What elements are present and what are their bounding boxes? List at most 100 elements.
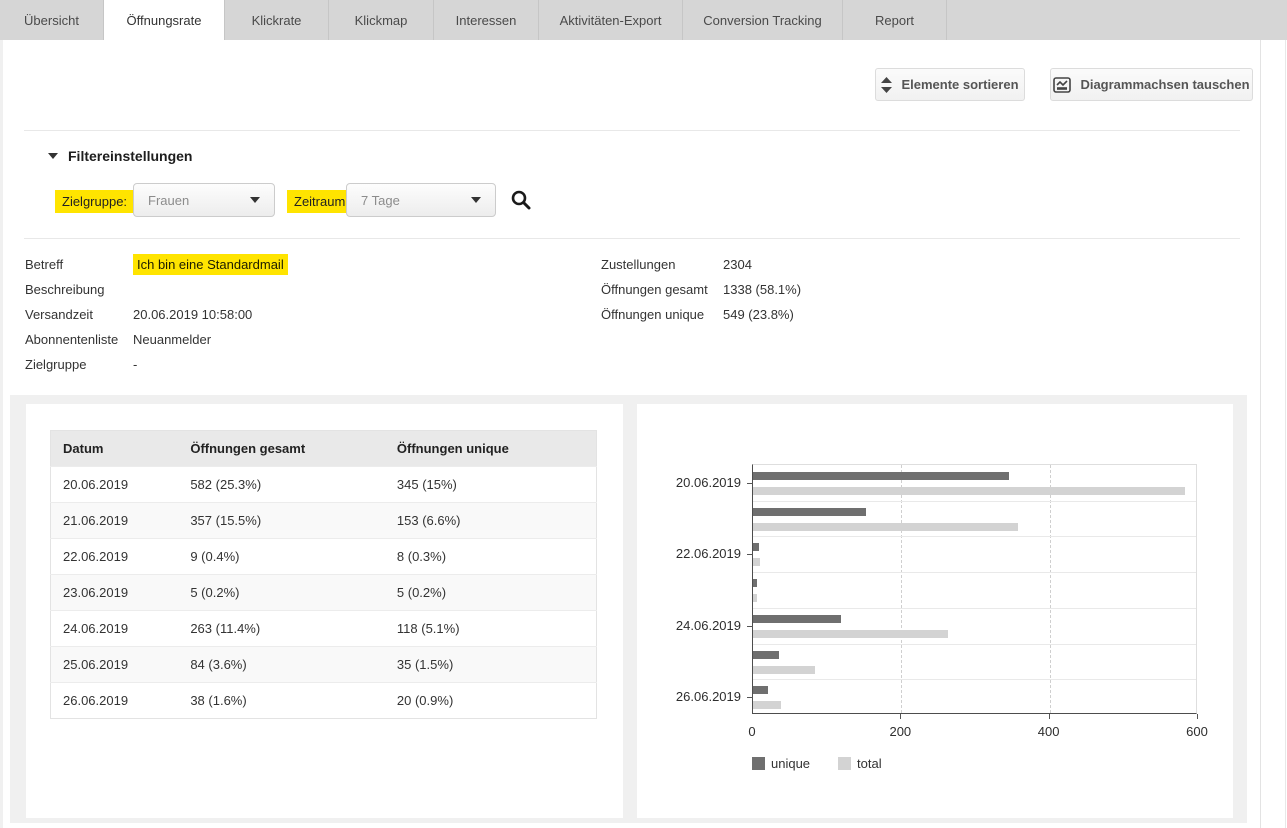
detail-label: Zustellungen <box>601 252 723 277</box>
table-cell: 38 (1.6%) <box>178 683 385 719</box>
x-axis-label: 200 <box>870 724 930 739</box>
table-cell: 263 (11.4%) <box>178 611 385 647</box>
y-axis-tick <box>747 483 753 484</box>
bar-unique <box>753 508 866 516</box>
chart-plot <box>752 464 1197 714</box>
chart-legend: unique total <box>752 756 882 771</box>
table-row: 23.06.20195 (0.2%)5 (0.2%) <box>51 575 597 611</box>
table-cell: 21.06.2019 <box>51 503 179 539</box>
app-window: ÜbersichtÖffnungsrateKlickrateKlickmapIn… <box>0 0 1287 828</box>
search-button[interactable] <box>507 186 535 214</box>
bar-total <box>753 523 1018 531</box>
swap-chart-axes-button[interactable]: Diagrammachsen tauschen <box>1050 68 1253 101</box>
table-header-unique: Öffnungen unique <box>385 431 597 467</box>
y-axis-tick <box>747 697 753 698</box>
table-cell: 26.06.2019 <box>51 683 179 719</box>
table-cell: 84 (3.6%) <box>178 647 385 683</box>
gridline <box>901 465 902 713</box>
detail-row: Versandzeit20.06.2019 10:58:00 <box>25 302 288 327</box>
line-chart-icon <box>1053 77 1071 93</box>
detail-row: AbonnentenlisteNeuanmelder <box>25 327 288 352</box>
detail-row: Öffnungen gesamt1338 (58.1%) <box>601 277 801 302</box>
detail-value: 549 (23.8%) <box>723 302 794 327</box>
mail-stats-right: Zustellungen2304Öffnungen gesamt1338 (58… <box>601 252 801 327</box>
tab-ubersicht[interactable]: Übersicht <box>0 0 104 40</box>
legend-label-total: total <box>857 756 882 771</box>
tab-interessen[interactable]: Interessen <box>434 0 539 40</box>
report-section: Datum Öffnungen gesamt Öffnungen unique … <box>10 395 1247 823</box>
tab-report[interactable]: Report <box>843 0 947 40</box>
detail-value: 1338 (58.1%) <box>723 277 801 302</box>
table-cell: 35 (1.5%) <box>385 647 597 683</box>
table-header-datum: Datum <box>51 431 179 467</box>
search-icon <box>510 189 532 211</box>
legend-label-unique: unique <box>771 756 810 771</box>
bar-unique <box>753 615 841 623</box>
opens-chart-card: unique total 20.06.2019 22.06.2019 24.06.2… <box>637 404 1233 818</box>
table-cell: 20.06.2019 <box>51 467 179 503</box>
opens-chart: unique total 20.06.2019 22.06.2019 24.06.2… <box>637 404 1233 818</box>
legend-swatch-unique <box>752 757 765 770</box>
tab-klickrate[interactable]: Klickrate <box>225 0 329 40</box>
detail-value: 2304 <box>723 252 752 277</box>
table-cell: 8 (0.3%) <box>385 539 597 575</box>
detail-value: Neuanmelder <box>133 327 211 352</box>
group-separator <box>753 644 1196 645</box>
table-row: 24.06.2019263 (11.4%)118 (5.1%) <box>51 611 597 647</box>
sort-icon <box>881 77 892 93</box>
right-edge-line <box>1285 40 1286 828</box>
table-cell: 25.06.2019 <box>51 647 179 683</box>
y-axis-label: 26.06.2019 <box>637 689 741 704</box>
tab-klickmap[interactable]: Klickmap <box>329 0 434 40</box>
sort-elements-button[interactable]: Elemente sortieren <box>875 68 1025 101</box>
table-header-gesamt: Öffnungen gesamt <box>178 431 385 467</box>
y-axis-label: 22.06.2019 <box>637 546 741 561</box>
filter-settings-header[interactable]: Filtereinstellungen <box>48 148 192 164</box>
y-axis-label: 24.06.2019 <box>637 618 741 633</box>
detail-value: 20.06.2019 10:58:00 <box>133 302 252 327</box>
chevron-down-icon <box>471 197 481 203</box>
tab-aktivitaten-export[interactable]: Aktivitäten-Export <box>539 0 683 40</box>
table-row: 21.06.2019357 (15.5%)153 (6.6%) <box>51 503 597 539</box>
x-axis-tick <box>1197 714 1198 719</box>
y-axis-label: 20.06.2019 <box>637 475 741 490</box>
bar-total <box>753 487 1185 495</box>
table-cell: 24.06.2019 <box>51 611 179 647</box>
bar-unique <box>753 686 768 694</box>
detail-label: Öffnungen unique <box>601 302 723 327</box>
group-separator <box>753 536 1196 537</box>
zeitraum-dropdown[interactable]: 7 Tage <box>346 183 496 217</box>
legend-item-unique: unique <box>752 756 810 771</box>
swap-chart-axes-label: Diagrammachsen tauschen <box>1080 77 1249 92</box>
group-separator <box>753 572 1196 573</box>
detail-value: - <box>133 352 137 377</box>
zielgruppe-dropdown-value: Frauen <box>148 193 189 208</box>
zielgruppe-dropdown[interactable]: Frauen <box>133 183 275 217</box>
bar-unique <box>753 579 757 587</box>
section-divider-filter <box>24 238 1240 239</box>
detail-row: BetreffIch bin eine Standardmail <box>25 252 288 277</box>
x-axis-label: 600 <box>1167 724 1227 739</box>
y-axis-tick <box>747 554 753 555</box>
detail-label: Versandzeit <box>25 302 133 327</box>
tab-offnungsrate[interactable]: Öffnungsrate <box>104 0 225 40</box>
group-separator <box>753 501 1196 502</box>
bar-total <box>753 666 815 674</box>
detail-label: Beschreibung <box>25 277 133 302</box>
table-cell: 345 (15%) <box>385 467 597 503</box>
detail-row: Zielgruppe- <box>25 352 288 377</box>
table-cell: 5 (0.2%) <box>178 575 385 611</box>
table-header-row: Datum Öffnungen gesamt Öffnungen unique <box>51 431 597 467</box>
table-body: 20.06.2019582 (25.3%)345 (15%)21.06.2019… <box>51 467 597 719</box>
table-row: 26.06.201938 (1.6%)20 (0.9%) <box>51 683 597 719</box>
bar-unique <box>753 472 1009 480</box>
table-row: 22.06.20199 (0.4%)8 (0.3%) <box>51 539 597 575</box>
detail-label: Öffnungen gesamt <box>601 277 723 302</box>
section-divider-top <box>24 130 1240 131</box>
detail-label: Betreff <box>25 252 133 277</box>
opens-table: Datum Öffnungen gesamt Öffnungen unique … <box>50 430 597 719</box>
tab-conversion-tracking[interactable]: Conversion Tracking <box>683 0 843 40</box>
detail-value: Ich bin eine Standardmail <box>133 254 288 275</box>
detail-label: Zielgruppe <box>25 352 133 377</box>
group-separator <box>753 679 1196 680</box>
